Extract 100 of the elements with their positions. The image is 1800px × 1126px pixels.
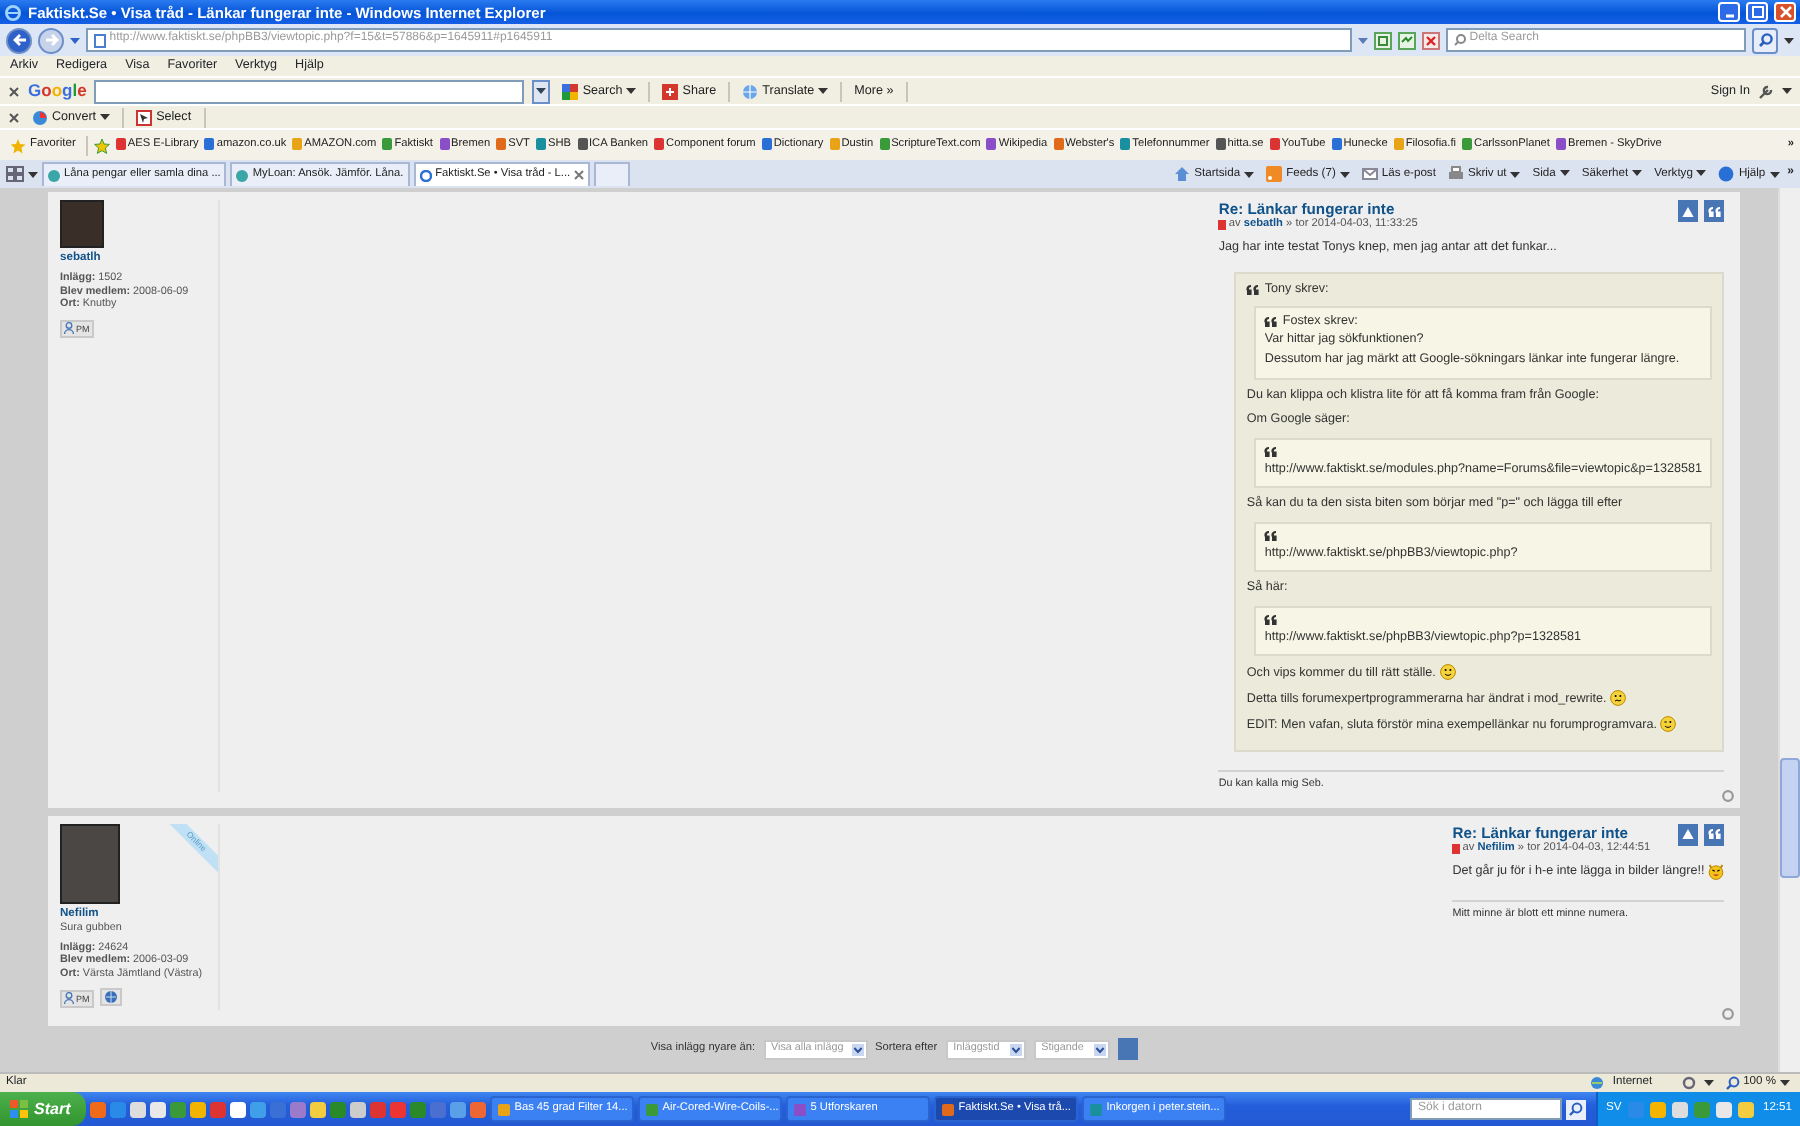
- avatar-photo-placeholder: [60, 200, 104, 248]
- window-icon: [942, 1103, 955, 1115]
- person-icon: [64, 992, 74, 1005]
- caret-icon: [1510, 171, 1521, 177]
- site-icon: [48, 169, 60, 181]
- site-icon: [654, 138, 665, 151]
- add-star-icon[interactable]: [93, 137, 110, 153]
- search-button[interactable]: [1752, 27, 1778, 53]
- search-icon[interactable]: [1566, 1099, 1586, 1119]
- site-icon: [496, 138, 507, 151]
- window-icon: [646, 1103, 659, 1115]
- close-icon[interactable]: [8, 85, 20, 97]
- site-icon: [761, 138, 772, 151]
- circle-icon: [32, 109, 48, 125]
- site-icon: [1120, 138, 1131, 151]
- site-icon: [115, 138, 126, 151]
- go-button[interactable]: [1117, 1038, 1138, 1061]
- site-icon: [1555, 138, 1566, 151]
- window-icon: [794, 1103, 807, 1115]
- report-button[interactable]: [1678, 823, 1698, 846]
- close-icon[interactable]: [8, 111, 20, 123]
- stop-icon[interactable]: [1422, 31, 1440, 49]
- quote-mark-icon: [1264, 315, 1279, 328]
- windows-flag-icon: [10, 1100, 28, 1118]
- caret-icon: [1244, 171, 1255, 177]
- site-icon: [577, 138, 587, 151]
- site-icon: [829, 138, 840, 151]
- warning-icon: [1682, 205, 1694, 217]
- google-search-field[interactable]: [94, 79, 525, 103]
- compatibility-icon[interactable]: [1374, 31, 1392, 49]
- caret-icon: [70, 37, 80, 43]
- quote-mark-icon: [1246, 284, 1261, 297]
- squares-icon: [562, 83, 579, 99]
- caret-icon: [536, 88, 547, 94]
- caret-icon: [1339, 171, 1350, 177]
- caret-icon: [28, 171, 38, 177]
- caret-icon: [100, 114, 111, 120]
- avatar-photo-placeholder: [60, 823, 120, 904]
- site-icon: [1331, 138, 1342, 151]
- person-icon: [64, 322, 74, 335]
- globe-icon: [742, 83, 759, 99]
- caret-icon: [1782, 88, 1792, 94]
- scrollbar-thumb[interactable]: [1780, 758, 1800, 878]
- close-button[interactable]: [1774, 2, 1796, 22]
- maximize-button[interactable]: [1746, 2, 1768, 22]
- window-icon: [1090, 1103, 1103, 1115]
- refresh-icon[interactable]: [1398, 31, 1416, 49]
- site-icon: [419, 169, 432, 181]
- caret-icon: [1358, 37, 1368, 43]
- dropdown-arrow-icon: [851, 1043, 864, 1056]
- post-icon: [1452, 843, 1461, 854]
- site-icon: [292, 138, 303, 151]
- site-icon: [1269, 138, 1280, 151]
- search-icon: [1757, 32, 1773, 48]
- quote-button[interactable]: [1704, 823, 1724, 846]
- wrench-icon[interactable]: [1758, 83, 1774, 99]
- site-icon: [535, 138, 546, 151]
- circle-icon[interactable]: [1722, 789, 1734, 802]
- back-button[interactable]: [6, 27, 32, 53]
- google-logo[interactable]: Google: [28, 80, 87, 102]
- post-icon: [1218, 219, 1227, 230]
- site-icon: [382, 138, 393, 151]
- star-icon: [10, 137, 26, 153]
- circle-icon[interactable]: [1722, 1007, 1734, 1020]
- report-button[interactable]: [1678, 200, 1698, 222]
- new-tab-button[interactable]: [594, 162, 631, 186]
- site-icon: [1053, 138, 1064, 151]
- devil-smiley-icon: [1708, 863, 1724, 880]
- site-icon: [236, 169, 249, 181]
- forward-button[interactable]: [38, 27, 64, 53]
- printer-icon: [1447, 166, 1464, 182]
- quote-mark-icon: [1264, 613, 1279, 626]
- house-icon: [1174, 166, 1191, 182]
- site-icon: [1462, 138, 1473, 151]
- quick-tabs-icon[interactable]: [6, 166, 24, 182]
- caret-icon: [1632, 170, 1643, 177]
- forward-arrow-icon: [43, 32, 59, 48]
- window-icon: [498, 1103, 511, 1115]
- scrollbar[interactable]: [1778, 188, 1800, 1072]
- settings-icon[interactable]: [1681, 1076, 1696, 1090]
- winking-smiley-icon: [1660, 716, 1677, 733]
- site-icon: [1393, 138, 1404, 151]
- quote-mark-icon: [1707, 205, 1721, 217]
- website-button[interactable]: [99, 988, 122, 1007]
- close-icon: [1777, 4, 1793, 20]
- site-icon: [204, 138, 215, 151]
- minimize-button[interactable]: [1718, 2, 1740, 22]
- browser-icon: [4, 3, 22, 21]
- dropdown-arrow-icon: [1009, 1043, 1022, 1056]
- quote-button[interactable]: [1704, 200, 1724, 222]
- close-icon[interactable]: [574, 170, 585, 180]
- page-icon: [94, 33, 106, 47]
- caret-icon: [1780, 1080, 1790, 1086]
- feed-icon: [1266, 166, 1283, 182]
- caret-icon: [818, 88, 829, 94]
- caret-icon: [1559, 170, 1570, 177]
- dropdown-arrow-icon: [1093, 1043, 1106, 1056]
- dropdown-button[interactable]: [532, 79, 551, 103]
- globe-icon: [1590, 1076, 1605, 1090]
- site-icon: [1215, 138, 1226, 151]
